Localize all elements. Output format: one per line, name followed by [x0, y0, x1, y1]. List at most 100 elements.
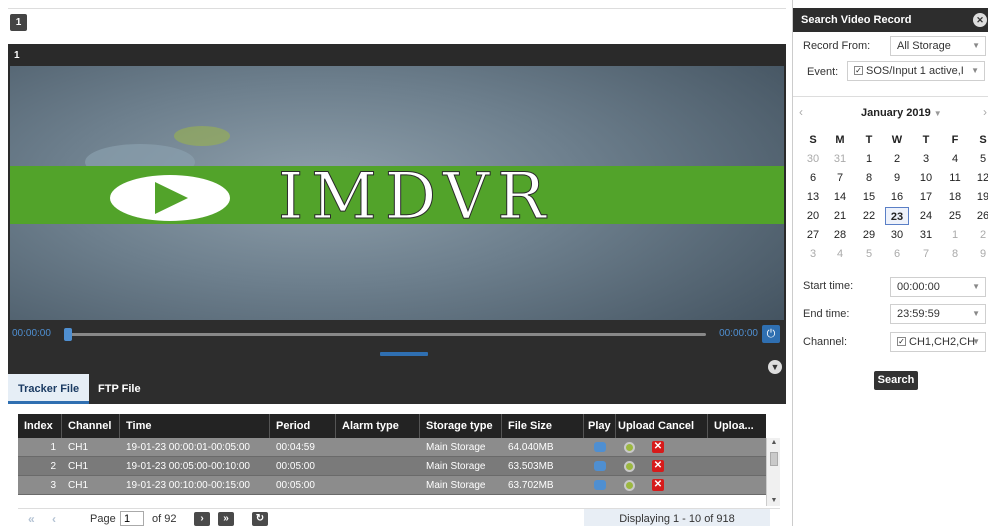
calendar-day[interactable]: 23 [885, 207, 909, 225]
table-row[interactable]: 1 CH1 19-01-23 00:00:01-00:05:00 00:04:5… [18, 438, 766, 457]
calendar-day[interactable]: 3 [801, 245, 825, 263]
calendar-day[interactable]: 22 [857, 207, 881, 225]
chevron-down-icon[interactable]: ▼ [768, 360, 782, 374]
calendar-day[interactable]: 3 [914, 150, 938, 168]
calendar-day[interactable]: 5 [971, 150, 988, 168]
cancel-icon[interactable]: ✕ [652, 441, 664, 454]
cancel-icon[interactable]: ✕ [652, 460, 664, 473]
table-row[interactable]: 3 CH1 19-01-23 00:10:00-00:15:00 00:05:0… [18, 476, 766, 495]
upload-icon[interactable] [624, 460, 635, 472]
prev-page-button[interactable]: ‹ [52, 512, 56, 526]
calendar-day[interactable]: 2 [885, 150, 909, 168]
scroll-thumb[interactable] [770, 452, 778, 466]
col-channel[interactable]: Channel [62, 414, 120, 438]
last-page-button[interactable]: » [218, 512, 234, 526]
calendar-day[interactable]: 15 [857, 188, 881, 206]
calendar-day[interactable]: 30 [885, 226, 909, 244]
calendar-day[interactable]: 1 [943, 226, 967, 244]
calendar-day[interactable]: 17 [914, 188, 938, 206]
first-page-button[interactable]: « [28, 512, 35, 526]
page-number-input[interactable] [120, 511, 144, 526]
calendar-day[interactable]: 4 [943, 150, 967, 168]
video-frame[interactable]: 1 IMDVR [8, 44, 786, 361]
channel-checkbox[interactable]: ✓ [897, 336, 906, 346]
refresh-icon[interactable]: ↻ [252, 512, 268, 526]
scroll-up-icon[interactable]: ▲ [767, 438, 781, 448]
seek-track[interactable] [66, 333, 706, 336]
calendar-day[interactable]: 8 [857, 169, 881, 187]
calendar-day[interactable]: 16 [885, 188, 909, 206]
tab-tracker-file[interactable]: Tracker File [8, 374, 90, 404]
close-icon[interactable]: ✕ [973, 13, 987, 27]
calendar-day[interactable]: 14 [828, 188, 852, 206]
calendar-day[interactable]: 31 [828, 150, 852, 168]
calendar-day[interactable]: 26 [971, 207, 988, 225]
video-canvas[interactable]: IMDVR [10, 66, 784, 361]
play-icon[interactable] [594, 461, 606, 472]
col-alarm-type[interactable]: Alarm type [336, 414, 420, 438]
col-period[interactable]: Period [270, 414, 336, 438]
col-upload[interactable]: Upload [616, 414, 654, 438]
col-upload-status[interactable]: Uploa... [708, 414, 766, 438]
calendar-day[interactable]: 20 [801, 207, 825, 225]
calendar-day[interactable]: 21 [828, 207, 852, 225]
calendar-day[interactable]: 6 [885, 245, 909, 263]
end-time-field[interactable]: 23:59:59 ▼ [890, 304, 986, 324]
calendar-day[interactable]: 4 [828, 245, 852, 263]
cell-alarm-type [336, 476, 420, 495]
col-storage-type[interactable]: Storage type [420, 414, 502, 438]
table-row[interactable]: 2 CH1 19-01-23 00:05:00-00:10:00 00:05:0… [18, 457, 766, 476]
upload-icon[interactable] [624, 441, 635, 453]
panel-divider [8, 348, 786, 362]
window-badge[interactable]: 1 [10, 14, 27, 31]
calendar-day[interactable]: 6 [801, 169, 825, 187]
play-icon[interactable] [594, 442, 606, 453]
calendar-day[interactable]: 19 [971, 188, 988, 206]
table-scrollbar[interactable]: ▲ ▼ [766, 438, 780, 506]
cancel-icon[interactable]: ✕ [652, 479, 664, 492]
calendar-day[interactable]: 1 [857, 150, 881, 168]
calendar-day[interactable]: 29 [857, 226, 881, 244]
calendar-day[interactable]: 7 [828, 169, 852, 187]
calendar-day[interactable]: 8 [943, 245, 967, 263]
next-month-button[interactable]: › [983, 105, 987, 119]
play-icon[interactable] [594, 480, 606, 491]
prev-month-button[interactable]: ‹ [799, 105, 803, 119]
calendar-day[interactable]: 10 [914, 169, 938, 187]
calendar-day[interactable]: 12 [971, 169, 988, 187]
calendar-day[interactable]: 7 [914, 245, 938, 263]
calendar-day[interactable]: 25 [943, 207, 967, 225]
record-from-select[interactable]: All Storage ▼ [890, 36, 986, 56]
calendar-day[interactable]: 27 [801, 226, 825, 244]
calendar-day[interactable]: 30 [801, 150, 825, 168]
channel-label: Channel: [803, 336, 848, 348]
collapse-handle[interactable] [380, 352, 428, 356]
calendar-day[interactable]: 24 [914, 207, 938, 225]
calendar-day[interactable]: 9 [971, 245, 988, 263]
col-cancel[interactable]: Cancel [654, 414, 708, 438]
col-index[interactable]: Index [18, 414, 62, 438]
col-file-size[interactable]: File Size [502, 414, 584, 438]
tab-ftp-file[interactable]: FTP File [88, 374, 151, 404]
calendar-day[interactable]: 11 [943, 169, 967, 187]
calendar-day[interactable]: 13 [801, 188, 825, 206]
calendar-day[interactable]: 9 [885, 169, 909, 187]
seek-thumb[interactable] [64, 328, 72, 341]
event-select[interactable]: ✓ SOS/Input 1 active,I ▼ [847, 61, 985, 81]
next-page-button[interactable]: › [194, 512, 210, 526]
col-play[interactable]: Play [584, 414, 616, 438]
event-checkbox[interactable]: ✓ [854, 65, 863, 75]
channel-select[interactable]: ✓ CH1,CH2,CH ▼ [890, 332, 986, 352]
calendar-day[interactable]: 31 [914, 226, 938, 244]
start-time-field[interactable]: 00:00:00 ▼ [890, 277, 986, 297]
calendar-day[interactable]: 2 [971, 226, 988, 244]
calendar-day[interactable]: 18 [943, 188, 967, 206]
power-icon[interactable]: ⏻ [762, 325, 780, 343]
month-selector[interactable]: January 2019 ▼ [861, 107, 942, 119]
scroll-down-icon[interactable]: ▼ [767, 496, 781, 506]
upload-icon[interactable] [624, 479, 635, 491]
col-time[interactable]: Time [120, 414, 270, 438]
calendar-day[interactable]: 5 [857, 245, 881, 263]
calendar-day[interactable]: 28 [828, 226, 852, 244]
search-button[interactable]: Search [874, 371, 918, 390]
